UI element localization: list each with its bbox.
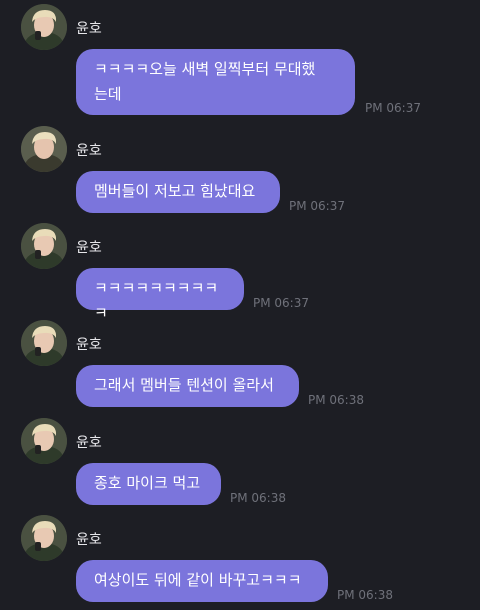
message-time: PM 06:38 [230, 491, 286, 505]
sender-name: 윤호 [76, 240, 102, 256]
avatar[interactable] [21, 126, 67, 172]
message-bubble[interactable]: 종호 마이크 먹고 [76, 463, 221, 505]
message-text: ㅋㅋㅋㅋㅋㅋㅋㅋㅋㅋ [94, 279, 219, 322]
profile-photo-icon [21, 126, 67, 172]
avatar[interactable] [21, 4, 67, 50]
sender-name: 윤호 [76, 532, 102, 548]
message-bubble[interactable]: 멤버들이 저보고 힘났대요 [76, 171, 280, 213]
message-bubble[interactable]: ㅋㅋㅋㅋㅋㅋㅋㅋㅋㅋ [76, 268, 244, 322]
avatar[interactable] [21, 223, 67, 269]
profile-photo-icon [21, 515, 67, 561]
message-bubble[interactable]: ㅋㅋㅋㅋ오늘 새벽 일찍부터 무대했 는데 [76, 49, 355, 115]
message-text: 그래서 멤버들 텐션이 올라서 [94, 376, 274, 394]
sender-name: 윤호 [76, 21, 102, 37]
avatar[interactable] [21, 320, 67, 366]
chat-message-list[interactable]: 윤호 ㅋㅋㅋㅋ오늘 새벽 일찍부터 무대했 는데 PM 06:37 윤호 멤버들… [0, 0, 480, 610]
message-time: PM 06:37 [289, 199, 345, 213]
message-time: PM 06:37 [365, 101, 421, 115]
avatar[interactable] [21, 418, 67, 464]
message-time: PM 06:38 [308, 393, 364, 407]
sender-name: 윤호 [76, 435, 102, 451]
message-text-line: 는데 [94, 85, 122, 103]
message-text: 여상이도 뒤에 같이 바꾸고ㅋㅋㅋ [94, 571, 302, 589]
message-time: PM 06:38 [337, 588, 393, 602]
message-text: 멤버들이 저보고 힘났대요 [94, 182, 256, 200]
message-text: 종호 마이크 먹고 [94, 474, 201, 492]
profile-photo-icon [21, 320, 67, 366]
avatar[interactable] [21, 515, 67, 561]
sender-name: 윤호 [76, 143, 102, 159]
profile-photo-icon [21, 223, 67, 269]
message-time: PM 06:37 [253, 296, 309, 310]
profile-photo-icon [21, 4, 67, 50]
message-text-line: ㅋㅋㅋㅋ오늘 새벽 일찍부터 무대했 [94, 60, 316, 78]
sender-name: 윤호 [76, 337, 102, 353]
profile-photo-icon [21, 418, 67, 464]
message-bubble[interactable]: 그래서 멤버들 텐션이 올라서 [76, 365, 299, 407]
message-bubble[interactable]: 여상이도 뒤에 같이 바꾸고ㅋㅋㅋ [76, 560, 328, 602]
